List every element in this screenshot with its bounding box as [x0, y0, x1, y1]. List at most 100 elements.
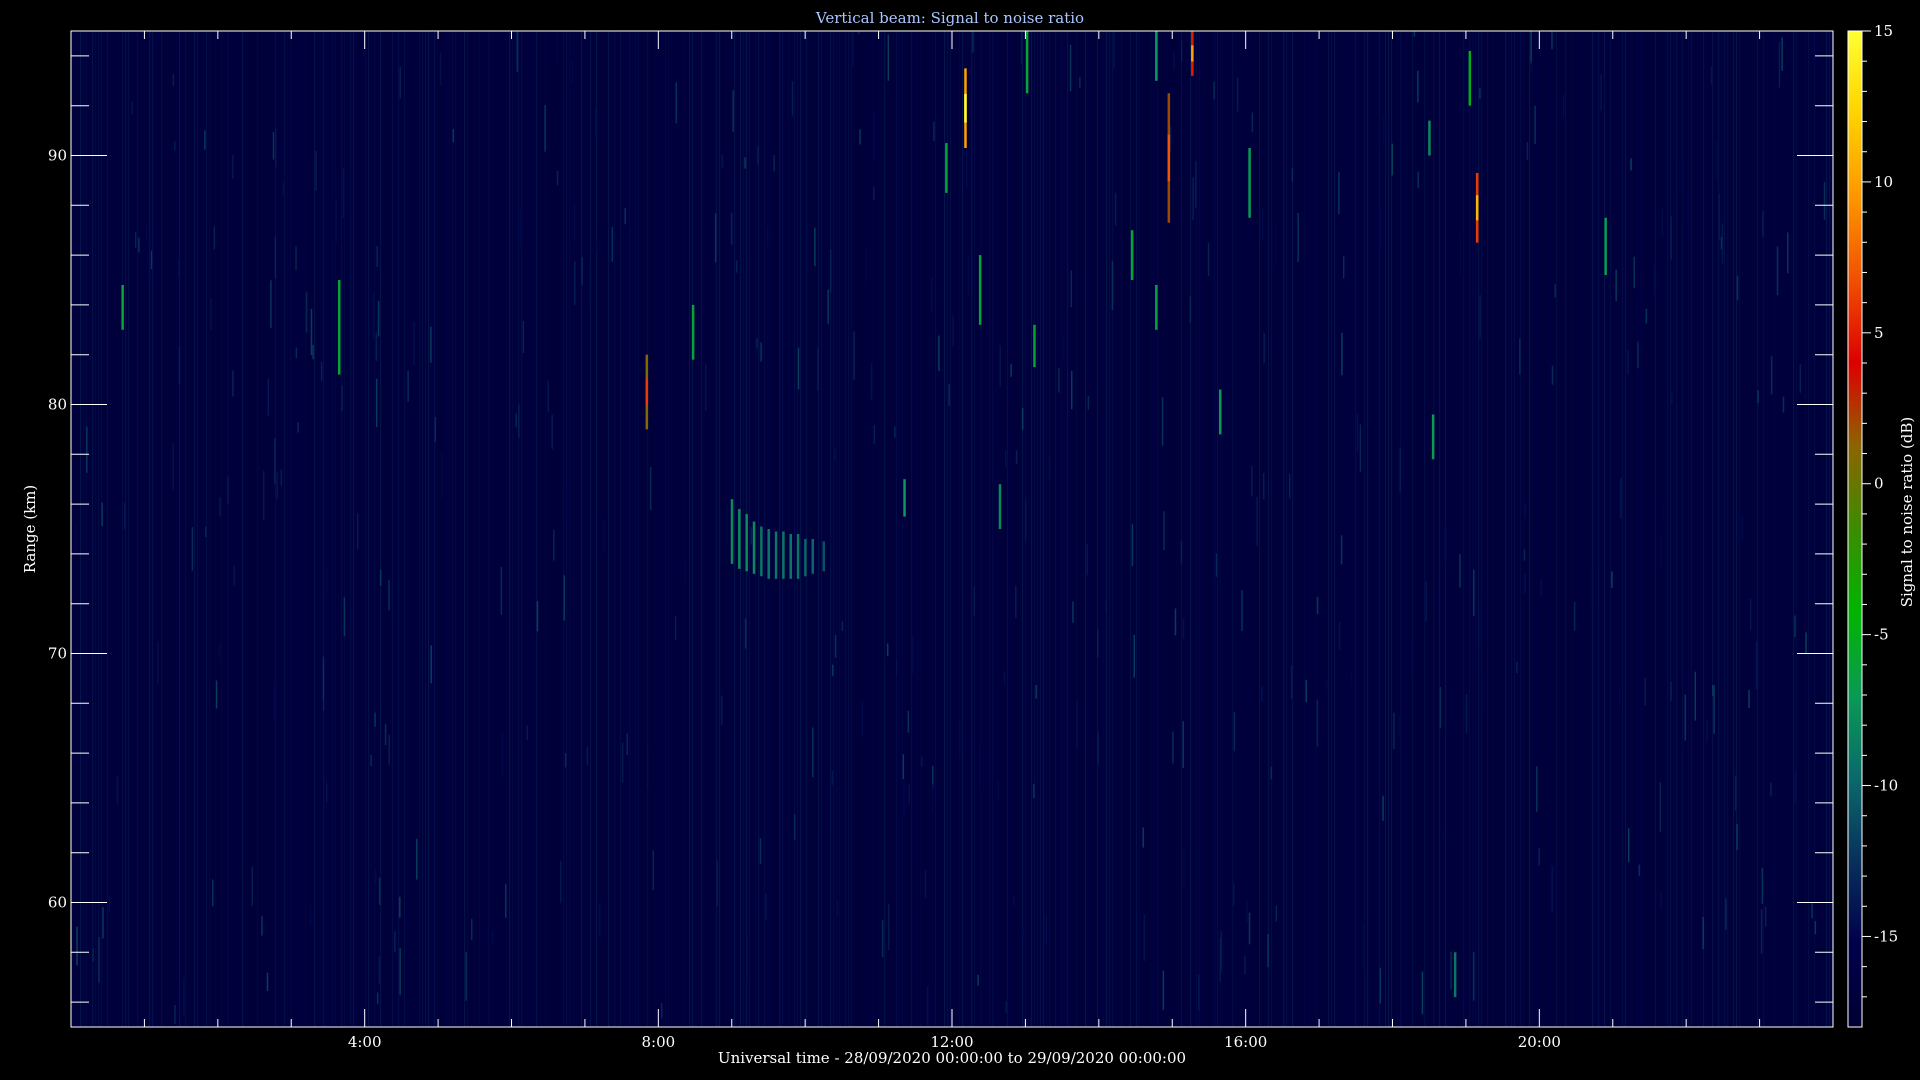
noise-speck: [1645, 308, 1648, 324]
noise-stripe: [701, 31, 703, 1027]
noise-speck: [138, 237, 140, 253]
noise-stripe: [854, 31, 856, 1027]
noise-speck: [1762, 210, 1764, 237]
noise-speck: [1554, 284, 1556, 298]
noise-stripe: [1751, 31, 1753, 1027]
noise-stripe: [1061, 31, 1063, 1027]
noise-stripe: [311, 31, 313, 1027]
noise-stripe: [308, 31, 310, 1027]
noise-speck: [1794, 770, 1797, 804]
noise-stripe: [1526, 31, 1528, 1027]
noise-speck: [1684, 694, 1687, 741]
noise-speck: [213, 226, 216, 250]
noise-speck: [1660, 533, 1662, 568]
noise-stripe: [455, 31, 457, 1027]
echo-streak-core: [1191, 45, 1194, 62]
noise-speck: [1702, 916, 1704, 950]
noise-speck: [972, 31, 974, 53]
colorbar-label: Signal to noise ratio (dB): [1898, 417, 1916, 608]
noise-stripe: [1031, 31, 1033, 1027]
noise-stripe: [1283, 31, 1285, 1027]
noise-stripe: [1643, 31, 1645, 1027]
noise-speck: [1443, 525, 1446, 566]
noise-stripe: [1316, 31, 1318, 1027]
noise-stripe: [935, 31, 937, 1027]
noise-stripe: [914, 31, 916, 1027]
noise-stripe: [680, 31, 682, 1027]
noise-speck: [1198, 975, 1200, 1011]
noise-speck: [407, 370, 409, 402]
noise-speck: [836, 899, 839, 917]
noise-speck: [674, 616, 677, 641]
noise-speck: [227, 476, 229, 505]
noise-stripe: [161, 31, 163, 1027]
noise-speck: [861, 700, 863, 737]
noise-stripe: [1721, 31, 1723, 1027]
noise-speck: [1524, 573, 1526, 594]
noise-stripe: [1388, 31, 1390, 1027]
noise-speck: [215, 680, 218, 709]
noise-stripe: [299, 31, 301, 1027]
noise-speck: [1530, 31, 1532, 65]
noise-speck: [834, 448, 836, 460]
noise-stripe: [1253, 31, 1255, 1027]
noise-stripe: [1466, 31, 1468, 1027]
noise-stripe: [668, 31, 670, 1027]
noise-speck: [997, 780, 999, 801]
noise-stripe: [476, 31, 478, 1027]
noise-stripe: [1331, 31, 1333, 1027]
noise-stripe: [674, 31, 676, 1027]
noise-stripe: [425, 31, 427, 1027]
noise-speck: [1033, 783, 1035, 799]
noise-stripe: [1469, 31, 1471, 1027]
noise-stripe: [1628, 31, 1630, 1027]
noise-speck: [1364, 976, 1367, 1001]
noise-stripe: [1118, 31, 1120, 1027]
noise-stripe: [155, 31, 157, 1027]
noise-stripe: [1481, 31, 1483, 1027]
noise-stripe: [1517, 31, 1519, 1027]
noise-speck: [86, 426, 88, 473]
noise-speck: [948, 383, 950, 406]
noise-stripe: [1535, 31, 1537, 1027]
noise-stripe: [83, 31, 85, 1027]
noise-speck: [149, 235, 152, 281]
noise-speck: [611, 226, 614, 262]
noise-speck: [598, 903, 601, 936]
noise-stripe: [254, 31, 256, 1027]
noise-speck: [1362, 923, 1364, 967]
snr-heatmap-chart: Vertical beam: Signal to noise ratio 4:0…: [21, 9, 1916, 1067]
noise-stripe: [1454, 31, 1456, 1027]
noise-speck: [1182, 721, 1185, 768]
noise-speck: [735, 260, 738, 273]
noise-speck: [251, 866, 254, 906]
noise-stripe: [1094, 31, 1096, 1027]
noise-stripe: [494, 31, 496, 1027]
noise-speck: [1465, 694, 1468, 734]
noise-speck: [379, 569, 382, 586]
echo-streak: [796, 533, 800, 579]
noise-stripe: [1829, 31, 1831, 1027]
noise-stripe: [1415, 31, 1417, 1027]
noise-speck: [1720, 236, 1723, 250]
noise-speck: [116, 775, 119, 805]
echo-streak: [822, 541, 826, 572]
noise-speck: [1718, 193, 1721, 241]
echo-streak: [1218, 389, 1222, 435]
noise-stripe: [776, 31, 778, 1027]
noise-stripe: [1127, 31, 1129, 1027]
echo-streak: [804, 538, 807, 577]
noise-speck: [744, 157, 746, 169]
noise-stripe: [1529, 31, 1531, 1027]
noise-speck: [1062, 335, 1065, 360]
noise-stripe: [380, 31, 382, 1027]
noise-speck: [1757, 390, 1759, 403]
noise-speck: [1244, 955, 1246, 975]
noise-speck: [233, 565, 235, 586]
colorbar-scale: [1847, 30, 1863, 1028]
noise-stripe: [1442, 31, 1444, 1027]
noise-stripe: [1178, 31, 1180, 1027]
echo-streak: [745, 514, 748, 572]
noise-speck: [375, 869, 377, 885]
noise-speck: [1251, 112, 1254, 133]
